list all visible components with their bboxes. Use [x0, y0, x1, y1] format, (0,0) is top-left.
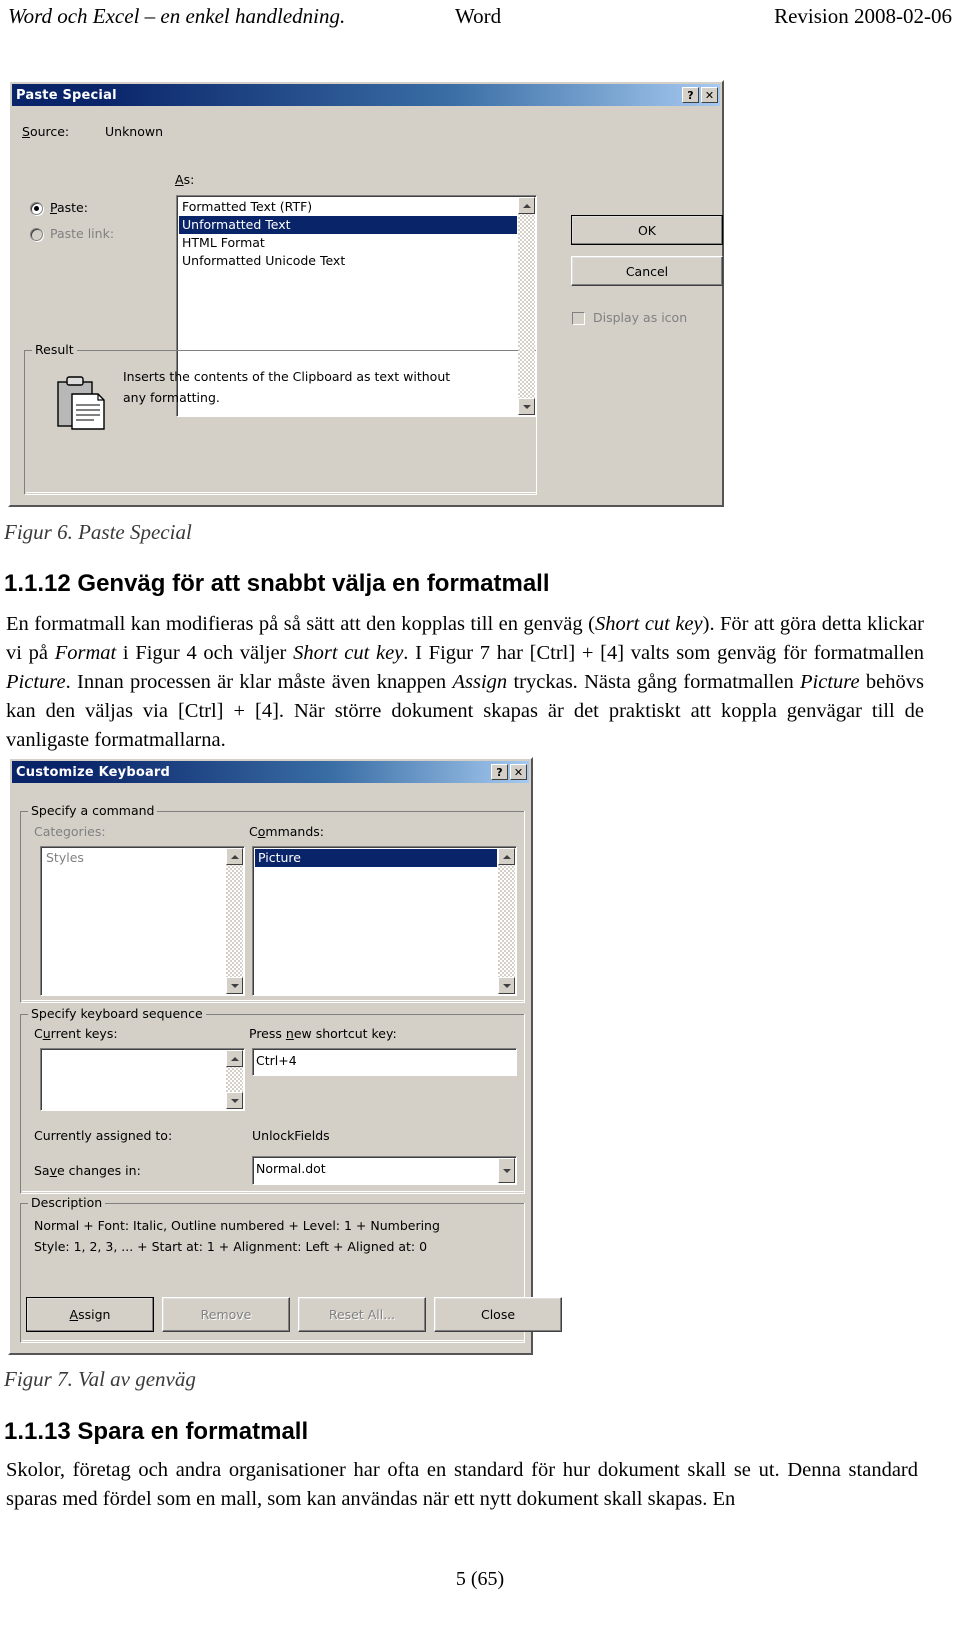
close-button[interactable]: Close — [434, 1297, 562, 1332]
commands-listbox[interactable]: Picture — [252, 846, 517, 996]
paste-special-title: Paste Special — [16, 87, 117, 103]
close-icon[interactable]: ✕ — [701, 87, 718, 103]
paste-radio-label: Paste: — [50, 200, 88, 215]
description-line-1: Normal + Font: Italic, Outline numbered … — [34, 1218, 440, 1233]
commands-scrollbar[interactable] — [498, 848, 515, 994]
press-new-shortcut-input[interactable]: Ctrl+4 — [252, 1048, 517, 1076]
header-left-title: Word och Excel – en enkel handledning. — [8, 4, 346, 28]
source-label: Source: — [22, 124, 70, 139]
save-changes-value: Normal.dot — [256, 1161, 326, 1176]
scroll-down-icon[interactable] — [226, 977, 243, 994]
specify-command-group-label: Specify a command — [28, 803, 158, 818]
paste-special-dialog: Paste Special ? ✕ Source: Unknown As: Pa… — [8, 80, 724, 507]
paragraph-1-1-13: Skolor, företag och andra organisationer… — [6, 1459, 918, 1510]
help-icon[interactable]: ? — [682, 87, 699, 103]
currently-assigned-label: Currently assigned to: — [34, 1128, 173, 1143]
result-group-label: Result — [32, 342, 77, 357]
assign-button-label: Assign — [69, 1307, 111, 1322]
currently-assigned-value: UnlockFields — [252, 1128, 330, 1143]
press-new-shortcut-label: Press new shortcut key: — [249, 1026, 397, 1041]
current-keys-scrollbar[interactable] — [226, 1050, 243, 1109]
result-text-line-2: any formatting. — [123, 390, 220, 405]
press-new-shortcut-value: Ctrl+4 — [256, 1053, 297, 1068]
paste-link-radio-label: Paste link: — [50, 226, 115, 241]
cancel-button[interactable]: Cancel — [571, 256, 723, 286]
customize-keyboard-title: Customize Keyboard — [16, 764, 171, 780]
display-as-icon-label: Display as icon — [593, 310, 688, 325]
scroll-down-icon[interactable] — [226, 1092, 243, 1109]
scroll-down-icon[interactable] — [498, 977, 515, 994]
list-item[interactable]: Unformatted Text — [179, 216, 517, 234]
current-keys-listbox[interactable] — [40, 1048, 245, 1111]
scroll-down-icon[interactable] — [518, 398, 535, 415]
description-group-label: Description — [28, 1195, 106, 1210]
customize-keyboard-titlebar[interactable]: Customize Keyboard ? ✕ — [12, 761, 529, 783]
paste-link-radio[interactable] — [30, 228, 43, 241]
list-item[interactable]: Formatted Text (RTF) — [179, 198, 517, 216]
source-value: Unknown — [105, 124, 164, 139]
categories-listbox[interactable]: Styles — [40, 846, 245, 996]
list-item[interactable]: Unformatted Unicode Text — [179, 252, 517, 270]
help-icon[interactable]: ? — [491, 764, 508, 780]
figure-6-caption: Figur 6. Paste Special — [4, 520, 192, 544]
remove-button[interactable]: Remove — [162, 1297, 290, 1332]
specify-keyboard-group-label: Specify keyboard sequence — [28, 1006, 206, 1021]
as-label: As: — [175, 172, 195, 187]
list-item[interactable]: HTML Format — [179, 234, 517, 252]
list-item[interactable]: Styles — [43, 849, 225, 867]
paste-radio-dot — [34, 206, 39, 211]
categories-label: Categories: — [34, 824, 106, 839]
save-changes-combo[interactable]: Normal.dot — [252, 1156, 517, 1185]
clipboard-icon — [57, 376, 105, 430]
close-icon[interactable]: ✕ — [510, 764, 527, 780]
scroll-up-icon[interactable] — [226, 1050, 243, 1067]
commands-label: Commands: — [249, 824, 324, 839]
customize-keyboard-dialog: Customize Keyboard ? ✕ Specify a command… — [8, 757, 562, 1355]
page-header: Word och Excel – en enkel handledning. W… — [0, 0, 960, 44]
format-list-scrollbar[interactable] — [518, 197, 535, 415]
heading-1-1-12: 1.1.12 Genväg för att snabbt välja en fo… — [4, 570, 550, 597]
chevron-down-icon[interactable] — [498, 1158, 515, 1183]
figure-7-caption: Figur 7. Val av genväg — [4, 1367, 196, 1391]
ok-button[interactable]: OK — [571, 215, 723, 245]
current-keys-label: Current keys: — [34, 1026, 118, 1041]
display-as-icon-checkbox[interactable] — [572, 312, 585, 325]
paste-special-titlebar[interactable]: Paste Special ? ✕ — [12, 84, 720, 106]
reset-all-button[interactable]: Reset All... — [298, 1297, 426, 1332]
assign-button[interactable]: Assign — [26, 1297, 154, 1332]
scroll-up-icon[interactable] — [226, 848, 243, 865]
header-center-title: Word — [455, 4, 502, 28]
categories-scrollbar[interactable] — [226, 848, 243, 994]
scroll-up-icon[interactable] — [518, 197, 535, 214]
header-right-revision: Revision 2008-02-06 — [774, 4, 952, 28]
result-text-line-1: Inserts the contents of the Clipboard as… — [123, 369, 451, 384]
paste-radio[interactable] — [30, 202, 43, 215]
description-line-2: Style: 1, 2, 3, ... + Start at: 1 + Alig… — [34, 1239, 428, 1254]
save-changes-label: Save changes in: — [34, 1163, 141, 1178]
page-number: 5 (65) — [455, 1568, 505, 1590]
paragraph-1-1-12: En formatmall kan modifieras på så sätt … — [6, 613, 925, 751]
scroll-up-icon[interactable] — [498, 848, 515, 865]
heading-1-1-13: 1.1.13 Spara en formatmall — [4, 1418, 309, 1445]
list-item[interactable]: Picture — [255, 849, 497, 867]
